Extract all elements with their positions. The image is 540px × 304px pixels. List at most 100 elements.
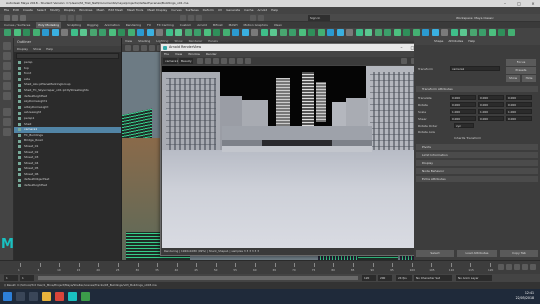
attribute-value-field[interactable]: 0.000 (506, 102, 532, 107)
shelf-tool-icon[interactable] (374, 29, 382, 36)
shelf-tool-icon[interactable] (70, 29, 78, 36)
attribute-tab-shape[interactable]: Shape (434, 38, 443, 45)
outliner-menu-help[interactable]: Help (46, 46, 53, 52)
attribute-value-field[interactable]: 0.000 (478, 95, 504, 100)
single-perspective-layout-icon[interactable] (3, 108, 11, 116)
copy-tab-button[interactable]: Copy Tab (500, 250, 538, 257)
shelf-tool-icon[interactable] (346, 29, 353, 36)
shelf-tool-icon[interactable] (384, 29, 391, 36)
play-back-icon[interactable] (498, 264, 504, 270)
end-frame-field[interactable]: 200 (378, 275, 392, 281)
chrome-icon[interactable] (55, 292, 64, 301)
shelf-tool-icon[interactable] (137, 29, 144, 36)
sign-in-button[interactable]: Sign In (308, 15, 330, 21)
attribute-value-field[interactable]: 1.000 (478, 109, 504, 114)
display-section[interactable]: Display (416, 160, 538, 166)
outliner-menu-display[interactable]: Display (17, 46, 28, 52)
step-back-icon[interactable] (506, 264, 512, 270)
attribute-value-field[interactable]: 0.000 (506, 116, 532, 121)
shelf-tool-icon[interactable] (431, 29, 439, 36)
select-hierarchy-icon[interactable] (60, 15, 66, 21)
shelf-tool-icon[interactable] (42, 29, 49, 36)
stop-icon[interactable] (213, 58, 219, 64)
shelf-tool-icon[interactable] (450, 29, 458, 36)
shelf-tool-icon[interactable] (108, 29, 116, 36)
attribute-value-field[interactable]: 1.000 (506, 109, 532, 114)
playback-start-field[interactable]: 1 (20, 275, 34, 281)
inherits-transform-checkbox[interactable]: Inherits Transform (454, 136, 481, 140)
menu-mesh-tools[interactable]: Mesh Tools (127, 7, 143, 14)
transform-attributes-section[interactable]: Transform Attributes (416, 86, 538, 92)
camera-attributes-icon[interactable] (133, 45, 139, 51)
fps-dropdown[interactable]: 24 fps (396, 275, 412, 281)
red-channel-icon[interactable] (221, 58, 227, 64)
shelf-tool-icon[interactable] (488, 29, 496, 36)
shelf-tool-icon[interactable] (213, 29, 220, 36)
attribute-value-field[interactable]: 0.000 (450, 116, 476, 121)
node-behavior-section[interactable]: Node Behavior (416, 168, 538, 174)
rotate-tool-icon[interactable] (3, 82, 11, 90)
rotate-order-dropdown[interactable]: xyz (454, 123, 474, 128)
shelf-tool-icon[interactable] (4, 29, 11, 36)
shelf-tool-icon[interactable] (469, 29, 477, 36)
step-forward-icon[interactable] (522, 264, 528, 270)
menu-file[interactable]: File (4, 7, 9, 14)
hide-button[interactable]: Hide (522, 75, 536, 82)
region-render-icon[interactable] (401, 58, 407, 64)
menu-select[interactable]: Select (37, 7, 46, 14)
shelf-tool-icon[interactable] (289, 29, 296, 36)
shelf-tool-icon[interactable] (412, 29, 420, 36)
shelf-tool-icon[interactable] (298, 29, 306, 36)
menu-generate[interactable]: Generate (226, 7, 240, 14)
menu-cache[interactable]: Cache (244, 7, 253, 14)
workspace-selector[interactable]: Workspace: Maya Classic (456, 15, 536, 21)
shelf-tool-icon[interactable] (146, 29, 154, 36)
windows-start-icon[interactable] (3, 292, 12, 301)
outliner-search-input[interactable] (16, 53, 119, 59)
extra-attributes-section[interactable]: Extra Attributes (416, 176, 538, 182)
shelf-tool-icon[interactable] (99, 29, 106, 36)
shelf-tool-icon[interactable] (32, 29, 40, 36)
bookmark-icon[interactable] (141, 45, 147, 51)
camera-select-icon[interactable] (125, 45, 131, 51)
load-attributes-button[interactable]: Load Attributes (457, 250, 497, 257)
ipr-icon[interactable] (205, 58, 211, 64)
play-forward-icon[interactable] (530, 264, 536, 270)
menu-modify[interactable]: Modify (50, 7, 60, 14)
shelf-tool-icon[interactable] (355, 29, 363, 36)
shelf-tool-icon[interactable] (89, 29, 97, 36)
focus-button[interactable]: Focus (506, 59, 536, 66)
shelf-tool-icon[interactable] (118, 29, 125, 36)
menu-mesh-display[interactable]: Mesh Display (147, 7, 167, 14)
shelf-tool-icon[interactable] (403, 29, 410, 36)
snap-point-icon[interactable] (196, 15, 202, 21)
arnold-taskbar-icon[interactable] (81, 292, 90, 301)
shelf-tool-icon[interactable] (232, 29, 239, 36)
transform-name-field[interactable]: camera1 (450, 66, 500, 71)
select-tool-icon[interactable] (3, 42, 11, 50)
attribute-tab-help[interactable]: Help (468, 38, 475, 45)
presets-button[interactable]: Presets (506, 67, 536, 74)
four-view-layout-icon[interactable] (3, 118, 11, 126)
shelf-tool-icon[interactable] (317, 29, 325, 36)
new-scene-icon[interactable] (4, 15, 10, 21)
shelf-tool-icon[interactable] (175, 29, 182, 36)
outliner-item[interactable]: defaultLightSet (14, 183, 121, 189)
renderview-minimize-icon[interactable]: – (396, 44, 407, 51)
maya-taskbar-icon[interactable] (68, 292, 77, 301)
shelf-tool-icon[interactable] (279, 29, 287, 36)
shelf-tool-icon[interactable] (365, 29, 372, 36)
shelf-tool-icon[interactable] (127, 29, 135, 36)
menu-mesh[interactable]: Mesh (97, 7, 105, 14)
show-button[interactable]: Show (506, 75, 520, 82)
aov-dropdown[interactable]: Beauty (179, 58, 193, 64)
outliner-layout-icon[interactable] (3, 128, 11, 136)
select-object-icon[interactable] (68, 15, 74, 21)
menu-edit-mesh[interactable]: Edit Mesh (108, 7, 123, 14)
time-slider[interactable]: 1 5 10 15 20 25 30 35 40 45 50 55 60 65 70 75 80 85 90 95 10… (0, 260, 540, 274)
menu-deform[interactable]: Deform (203, 7, 214, 14)
maximize-icon[interactable]: □ (512, 0, 526, 7)
open-scene-icon[interactable] (12, 15, 18, 21)
menu-uv[interactable]: UV (218, 7, 222, 14)
select-component-icon[interactable] (76, 15, 82, 21)
